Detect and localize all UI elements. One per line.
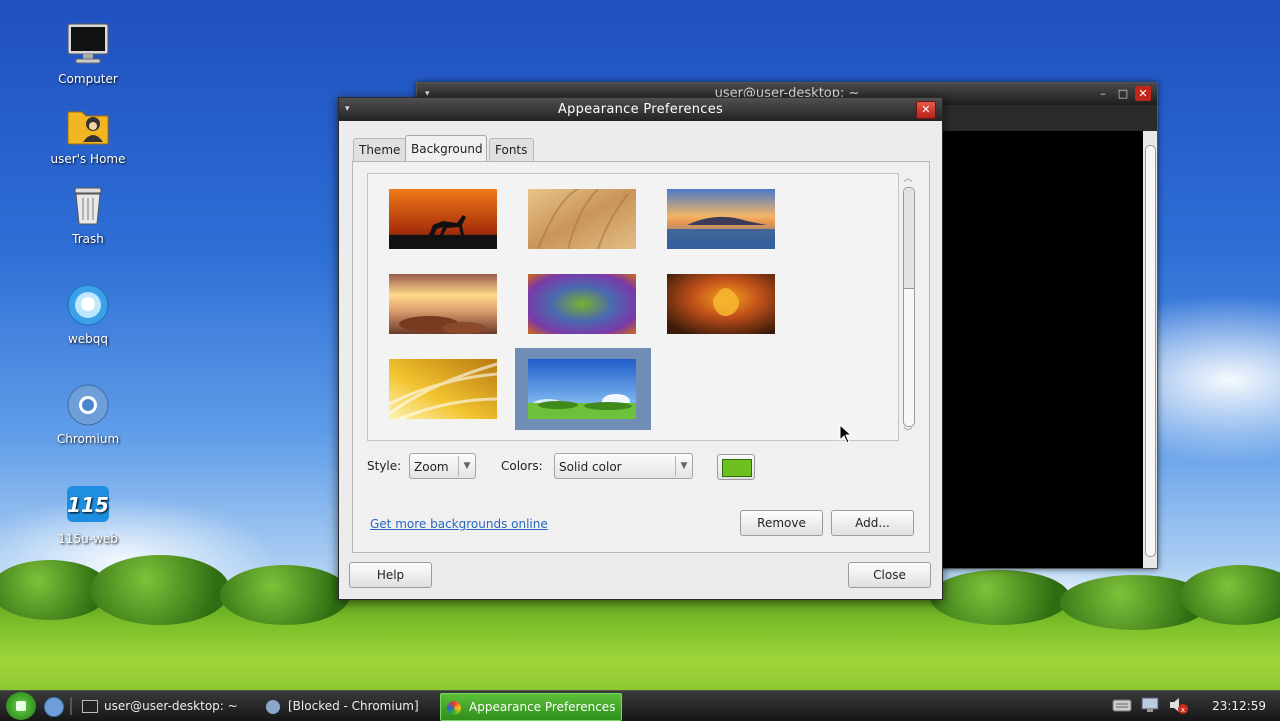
taskbar-item-chromium[interactable]: [Blocked - Chromium]: [264, 693, 434, 719]
desktop-icon-label: Trash: [72, 232, 104, 246]
chevron-down-icon: ▼: [675, 456, 692, 476]
desktop-icon-label: webqq: [67, 332, 109, 346]
scrollbar-track[interactable]: [903, 187, 915, 427]
terminal-icon: [82, 700, 98, 713]
desktop-icon-trash[interactable]: Trash: [40, 182, 136, 246]
help-button[interactable]: Help: [349, 562, 432, 588]
desktop-icon-home[interactable]: user's Home: [40, 102, 136, 166]
terminal-scrollbar[interactable]: [1143, 131, 1157, 568]
desktop-icon-chromium[interactable]: Chromium: [40, 382, 136, 446]
svg-text:x: x: [1181, 706, 1185, 714]
wallpaper-tree: [930, 570, 1070, 625]
start-menu-button[interactable]: [6, 692, 36, 720]
color-swatch: [722, 459, 752, 477]
colors-label: Colors:: [501, 459, 543, 473]
taskbar-separator: [70, 697, 72, 715]
wallpaper-thumbnail[interactable]: [667, 274, 775, 334]
webqq-icon: [65, 282, 111, 328]
desktop-icon-label: Computer: [58, 72, 118, 86]
trash-icon: [65, 182, 111, 228]
wallpaper-thumbnail[interactable]: [388, 359, 498, 421]
chromium-icon: [266, 699, 280, 714]
close-icon[interactable]: ✕: [916, 101, 936, 119]
scrollbar-thumb[interactable]: [904, 188, 914, 289]
dialog-title: Appearance Preferences: [557, 102, 724, 117]
volume-icon[interactable]: x: [1168, 695, 1188, 715]
style-label: Style:: [367, 459, 402, 473]
gallery-scrollbar[interactable]: ︿ ﹀: [901, 173, 915, 439]
wallpaper-thumbnail[interactable]: [389, 274, 497, 334]
home-folder-icon: [65, 102, 111, 148]
desktop-icon-computer[interactable]: Computer: [40, 22, 136, 86]
network-icon[interactable]: [1140, 695, 1160, 715]
tab-theme[interactable]: Theme: [353, 138, 407, 161]
wallpaper-thumbnail[interactable]: [528, 188, 636, 250]
maximize-icon[interactable]: □: [1115, 86, 1131, 101]
desktop-icon-label: user's Home: [50, 152, 126, 166]
desktop-icon-webqq[interactable]: webqq: [40, 282, 136, 346]
taskbar-item-terminal[interactable]: user@user-desktop: ~: [80, 693, 250, 719]
chromium-icon: [65, 382, 111, 428]
chromium-launcher-icon[interactable]: [44, 697, 64, 717]
add-button[interactable]: Add...: [831, 510, 914, 536]
keyboard-icon[interactable]: [1112, 695, 1132, 715]
wallpaper-thumbnail[interactable]: [667, 189, 775, 249]
window-menu-icon[interactable]: ▾: [345, 101, 350, 117]
wallpaper-tree: [90, 555, 230, 625]
wallpaper-thumbnail[interactable]: [389, 189, 497, 249]
appearance-preferences-dialog[interactable]: ▾ Appearance Preferences ✕ Theme Backgro…: [338, 97, 943, 600]
115u-web-icon: 115: [65, 482, 111, 528]
style-dropdown-value: Zoom: [414, 460, 449, 474]
wallpaper-thumbnail-selected[interactable]: [528, 359, 636, 419]
get-more-backgrounds-link[interactable]: Get more backgrounds online: [370, 517, 548, 531]
taskbar-clock[interactable]: 23:12:59: [1212, 691, 1266, 721]
desktop-icon-115u-web[interactable]: 115 115u-web: [40, 482, 136, 546]
taskbar-item-appearance[interactable]: Appearance Preferences: [440, 693, 622, 721]
tab-fonts[interactable]: Fonts: [489, 138, 534, 161]
color-picker-button[interactable]: [717, 454, 755, 480]
taskbar: user@user-desktop: ~ [Blocked - Chromium…: [0, 690, 1280, 721]
tab-background[interactable]: Background: [405, 135, 487, 162]
close-button[interactable]: Close: [848, 562, 931, 588]
svg-text:115: 115: [67, 493, 109, 517]
desktop-icon-label: Chromium: [56, 432, 120, 446]
start-menu-icon: [16, 701, 26, 711]
dialog-titlebar[interactable]: ▾ Appearance Preferences ✕: [339, 98, 942, 121]
chevron-down-icon: ▼: [458, 456, 475, 476]
close-icon[interactable]: ✕: [1135, 86, 1151, 101]
wallpaper-gallery[interactable]: [367, 173, 899, 441]
mouse-cursor-icon: [839, 424, 853, 444]
appearance-icon: [447, 700, 461, 715]
wallpaper-tree: [220, 565, 350, 625]
wallpaper-thumbnail[interactable]: [528, 274, 636, 334]
desktop-icon-label: 115u-web: [58, 532, 118, 546]
background-tab-panel: ︿ ﹀ Style: Zoom ▼ Colors: Solid color ▼ …: [352, 161, 930, 553]
style-dropdown[interactable]: Zoom ▼: [409, 453, 476, 479]
scroll-down-icon[interactable]: ﹀: [901, 427, 915, 439]
scroll-up-icon[interactable]: ︿: [901, 173, 915, 185]
colors-dropdown[interactable]: Solid color ▼: [554, 453, 693, 479]
colors-dropdown-value: Solid color: [559, 460, 622, 474]
remove-button[interactable]: Remove: [740, 510, 823, 536]
computer-icon: [65, 22, 111, 68]
minimize-icon[interactable]: –: [1095, 86, 1111, 101]
